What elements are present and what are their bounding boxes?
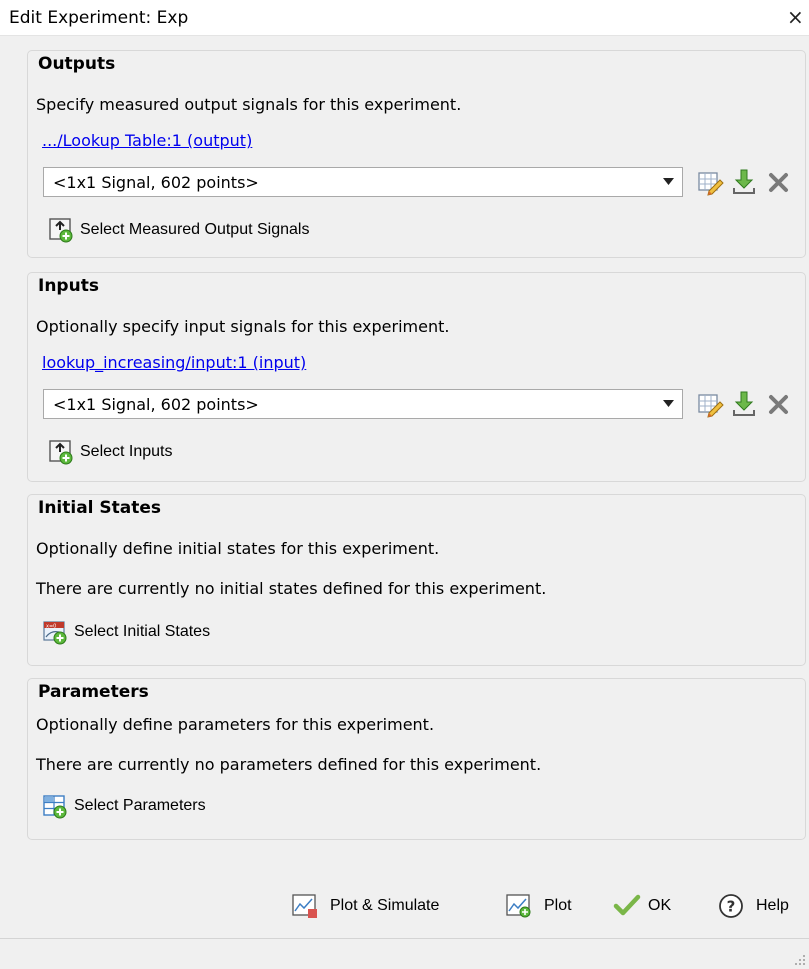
close-icon[interactable]: ×: [787, 4, 809, 30]
window-title: Edit Experiment: Exp: [9, 8, 189, 28]
select-signal-icon: [49, 440, 73, 465]
initial-states-description: Optionally define initial states for thi…: [36, 539, 440, 558]
select-parameters-label: Select Parameters: [74, 797, 206, 814]
outputs-signal-dropdown[interactable]: <1x1 Signal, 602 points>: [43, 167, 683, 197]
title-bar: Edit Experiment: Exp ×: [0, 0, 809, 36]
ok-button[interactable]: OK: [612, 888, 692, 922]
outputs-signal-value: <1x1 Signal, 602 points>: [53, 173, 259, 192]
parameters-description: Optionally define parameters for this ex…: [36, 715, 435, 734]
chevron-down-icon: [663, 178, 674, 185]
help-label: Help: [756, 897, 789, 914]
initial-states-icon: x=0: [43, 621, 67, 645]
ok-label: OK: [648, 897, 672, 914]
svg-text:x=0: x=0: [46, 624, 56, 630]
inputs-signal-dropdown[interactable]: <1x1 Signal, 602 points>: [43, 389, 683, 419]
outputs-panel: Outputs Specify measured output signals …: [27, 50, 806, 258]
plot-simulate-icon: [292, 894, 317, 918]
select-measured-output-signals-label: Select Measured Output Signals: [80, 221, 310, 238]
delete-signal-icon[interactable]: [765, 168, 793, 196]
edit-signal-icon[interactable]: [696, 390, 724, 418]
edit-signal-icon[interactable]: [696, 168, 724, 196]
select-initial-states-label: Select Initial States: [74, 623, 211, 640]
select-parameters-button[interactable]: Select Parameters: [42, 791, 272, 821]
plot-and-simulate-label: Plot & Simulate: [330, 897, 440, 914]
plot-button[interactable]: Plot: [504, 888, 586, 922]
parameters-panel: Parameters Optionally define parameters …: [27, 678, 806, 840]
outputs-description: Specify measured output signals for this…: [36, 95, 462, 114]
edit-experiment-dialog: Edit Experiment: Exp × Outputs Specify m…: [0, 0, 809, 969]
outputs-heading: Outputs: [38, 54, 116, 74]
inputs-heading: Inputs: [38, 276, 99, 296]
inputs-description: Optionally specify input signals for thi…: [36, 317, 450, 336]
select-signal-icon: [49, 218, 73, 243]
select-inputs-button[interactable]: Select Inputs: [48, 437, 228, 467]
parameters-grid-icon: [43, 795, 67, 819]
parameters-heading: Parameters: [38, 682, 149, 702]
inputs-signal-link[interactable]: lookup_increasing/input:1 (input): [42, 353, 306, 372]
import-signal-icon[interactable]: [731, 168, 759, 196]
initial-states-status: There are currently no initial states de…: [36, 579, 547, 598]
select-measured-output-signals-button[interactable]: Select Measured Output Signals: [48, 215, 388, 245]
parameters-status: There are currently no parameters define…: [36, 755, 542, 774]
select-inputs-label: Select Inputs: [80, 443, 173, 460]
select-initial-states-button[interactable]: x=0 Select Initial States: [42, 617, 282, 647]
import-signal-icon[interactable]: [731, 390, 759, 418]
help-icon: ?: [719, 894, 743, 918]
plot-and-simulate-button[interactable]: Plot & Simulate: [290, 888, 470, 922]
status-bar: [0, 938, 809, 969]
svg-text:?: ?: [727, 898, 736, 916]
chevron-down-icon: [663, 400, 674, 407]
delete-signal-icon[interactable]: [765, 390, 793, 418]
outputs-signal-link[interactable]: .../Lookup Table:1 (output): [42, 131, 252, 150]
plot-label: Plot: [544, 897, 572, 914]
initial-states-heading: Initial States: [38, 498, 162, 518]
inputs-panel: Inputs Optionally specify input signals …: [27, 272, 806, 482]
inputs-signal-value: <1x1 Signal, 602 points>: [53, 395, 259, 414]
help-button[interactable]: ? Help: [716, 888, 806, 922]
resize-grip-icon[interactable]: [794, 954, 806, 966]
plot-icon: [506, 894, 531, 918]
checkmark-icon: [613, 894, 641, 916]
initial-states-panel: Initial States Optionally define initial…: [27, 494, 806, 666]
